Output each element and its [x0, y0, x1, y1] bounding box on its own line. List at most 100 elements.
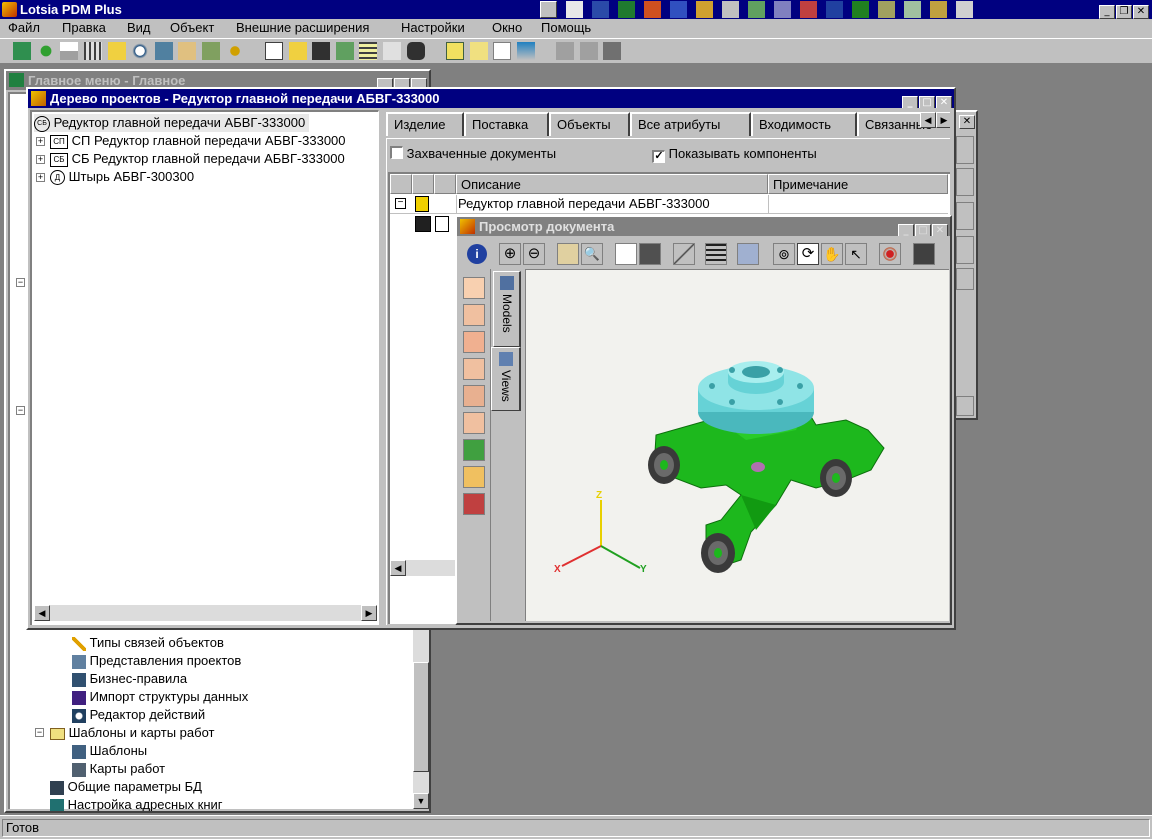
zoom-rect-icon[interactable]: ⊚: [773, 243, 795, 265]
disabled-tool-icon[interactable]: [556, 42, 574, 60]
cube-icon[interactable]: [463, 493, 485, 515]
model-canvas[interactable]: Z X Y: [525, 269, 949, 621]
list-item[interactable]: Редактор действий: [72, 706, 205, 724]
tab-all-attributes[interactable]: Все атрибуты: [630, 112, 751, 136]
notes-icon[interactable]: [445, 42, 464, 60]
grid-hscrollbar[interactable]: ◀: [390, 560, 460, 576]
menu-window[interactable]: Окно: [492, 20, 522, 35]
expand-toggle[interactable]: +: [36, 137, 45, 146]
page-icon[interactable]: [493, 42, 512, 60]
axis-icon[interactable]: [463, 466, 485, 488]
binoculars-icon[interactable]: [406, 42, 425, 60]
table-icon[interactable]: [359, 42, 378, 60]
tab-occurrence[interactable]: Входимость: [751, 112, 857, 136]
print-preview-icon[interactable]: [615, 243, 637, 265]
tab-product[interactable]: Изделие: [386, 112, 464, 136]
report-icon[interactable]: [202, 42, 220, 60]
tab-delivery[interactable]: Поставка: [464, 112, 549, 136]
expand-toggle[interactable]: −: [16, 278, 25, 287]
list-item[interactable]: Импорт структуры данных: [72, 688, 248, 706]
tree-item[interactable]: СП СП Редуктор главной передачи АБВГ-333…: [50, 132, 346, 150]
close-button[interactable]: ✕: [932, 224, 948, 236]
word-icon[interactable]: [592, 1, 609, 18]
eraser-icon[interactable]: [383, 42, 401, 60]
main-menu-icon[interactable]: [13, 42, 31, 60]
tray-app-icon[interactable]: [956, 1, 973, 18]
app-close-button[interactable]: ✕: [1133, 5, 1149, 19]
select-object-icon[interactable]: [737, 243, 759, 265]
scroll-left-button[interactable]: ◀: [390, 560, 406, 576]
section-icon[interactable]: [463, 304, 485, 326]
menu-settings[interactable]: Настройки: [401, 20, 465, 35]
menu-extensions[interactable]: Внешние расширения: [236, 20, 369, 35]
list-item[interactable]: Представления проектов: [72, 652, 241, 670]
list-item[interactable]: Общие параметры БД: [50, 778, 202, 796]
tray-app-icon[interactable]: [930, 1, 947, 18]
tree-hscrollbar[interactable]: ◀ ▶: [34, 605, 377, 621]
layers-icon[interactable]: [705, 243, 727, 265]
captured-docs-checkbox[interactable]: Захваченные документы: [390, 146, 556, 161]
rotate-icon[interactable]: ⟳: [797, 243, 819, 265]
expand-toggle[interactable]: −: [35, 728, 44, 737]
save-icon[interactable]: [312, 42, 331, 60]
tab-scroll-left-button[interactable]: ◀: [920, 112, 936, 128]
scroll-left-button[interactable]: ◀: [34, 605, 50, 621]
dimension-icon[interactable]: [463, 277, 485, 299]
scrollbar-thumb[interactable]: [413, 662, 429, 772]
tree-root[interactable]: СБ Редуктор главной передачи АБВГ-333000: [34, 114, 310, 132]
show-components-checkbox[interactable]: ✓ Показывать компоненты: [652, 146, 817, 163]
expand-toggle[interactable]: +: [36, 155, 45, 164]
table-row[interactable]: [390, 215, 460, 234]
new-folder-icon[interactable]: [107, 42, 126, 60]
list-item[interactable]: Шаблоны: [72, 742, 147, 760]
angle-icon[interactable]: [463, 358, 485, 380]
tray-app-icon[interactable]: [826, 1, 843, 18]
funnel-icon[interactable]: [516, 42, 535, 60]
measure-icon[interactable]: [673, 243, 695, 265]
list-item[interactable]: Карты работ: [72, 760, 165, 778]
tree-icon[interactable]: [154, 42, 173, 60]
tab-scroll-right-button[interactable]: ▶: [936, 112, 950, 128]
close-button[interactable]: ✕: [959, 115, 975, 129]
tree-item[interactable]: Д Штырь АБВГ-300300: [50, 168, 194, 186]
minimize-button[interactable]: _: [898, 224, 914, 236]
minimize-button[interactable]: _: [902, 96, 918, 108]
close-button[interactable]: ✕: [936, 96, 952, 108]
zoom-in-icon[interactable]: ⊕: [499, 243, 521, 265]
tab-models[interactable]: Models: [493, 271, 521, 347]
tab-views[interactable]: Views: [491, 347, 521, 411]
key-icon[interactable]: [225, 42, 244, 60]
checkbox-box[interactable]: [390, 146, 403, 159]
find-icon[interactable]: [131, 42, 150, 60]
powerpoint-icon[interactable]: [644, 1, 661, 18]
distance-icon[interactable]: [463, 385, 485, 407]
ruler-icon[interactable]: [463, 331, 485, 353]
filter-icon[interactable]: [60, 42, 79, 60]
pan-hand-icon[interactable]: ✋: [821, 243, 843, 265]
info-icon[interactable]: i: [467, 244, 487, 264]
zoom-out-icon[interactable]: ⊖: [523, 243, 545, 265]
maximize-button[interactable]: □: [919, 96, 935, 108]
book-icon[interactable]: [670, 1, 687, 18]
expand-toggle[interactable]: −: [16, 406, 25, 415]
graph-icon[interactable]: [463, 412, 485, 434]
menu-object[interactable]: Объект: [170, 20, 214, 35]
pointer-icon[interactable]: ↖: [845, 243, 867, 265]
exit-icon[interactable]: [603, 42, 622, 60]
tray-app-icon[interactable]: [696, 1, 713, 18]
windows-icon[interactable]: [178, 42, 197, 60]
collapse-toggle[interactable]: −: [395, 198, 406, 209]
menu-help[interactable]: Помощь: [541, 20, 591, 35]
tray-app-icon[interactable]: [566, 1, 583, 18]
menu-edit[interactable]: Правка: [62, 20, 106, 35]
model-3d-view[interactable]: [526, 270, 948, 620]
table-row[interactable]: − Редуктор главной передачи АБВГ-333000: [390, 195, 948, 214]
zoom-window-icon[interactable]: 🔍: [581, 243, 603, 265]
scroll-down-button[interactable]: ▼: [413, 793, 429, 809]
column-header-description[interactable]: Описание: [456, 174, 768, 194]
tray-app-icon[interactable]: [722, 1, 739, 18]
app-minimize-button[interactable]: _: [1099, 5, 1115, 19]
link-icon[interactable]: [335, 42, 354, 60]
scroll-right-button[interactable]: ▶: [361, 605, 377, 621]
expand-toggle[interactable]: +: [36, 173, 45, 182]
